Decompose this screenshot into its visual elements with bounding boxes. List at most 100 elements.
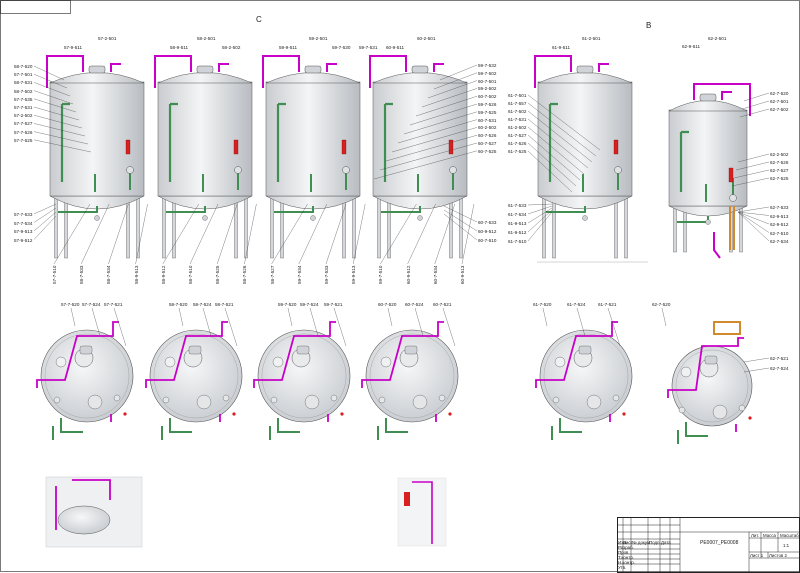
- tb-lit: Лит.: [751, 533, 760, 538]
- tank-leg: [624, 195, 628, 259]
- tag-label: 59-7-524: [300, 302, 319, 307]
- tag-label: 61-7-533: [508, 203, 527, 208]
- side-port: [449, 166, 457, 174]
- tag-label: 62-7-533: [770, 205, 789, 210]
- tank-elevation: [369, 55, 468, 259]
- title-block: Изм Лист № докум. Подп. Дата Разраб. Про…: [617, 517, 800, 573]
- leader-line: [33, 203, 57, 215]
- tag-label: 60-9-512: [478, 229, 497, 234]
- tank-leg: [459, 195, 463, 259]
- cip-port: [55, 356, 67, 368]
- tag-label: 61-9-513: [508, 221, 527, 226]
- tag-label: 57-7-501: [14, 72, 33, 78]
- manway-lid: [704, 355, 718, 365]
- manway: [304, 65, 322, 74]
- tag-label-vertical: 58-7-510: [188, 265, 193, 284]
- leader-line: [527, 211, 553, 242]
- port: [438, 394, 446, 402]
- tag-label: 62-9-511: [682, 44, 701, 49]
- glycol-manifold: [677, 216, 709, 223]
- leader-line: [33, 207, 57, 223]
- side-port: [342, 166, 350, 174]
- leader-line: [527, 207, 553, 224]
- side-port: [234, 166, 242, 174]
- tag-label: 61-7-531: [508, 117, 527, 122]
- tag-label: 57-7-520: [61, 302, 80, 307]
- manway: [88, 65, 106, 74]
- side-port: [614, 166, 622, 174]
- manway-lid: [79, 345, 93, 355]
- tank-plan-view: [361, 321, 459, 440]
- co2-pipe: [433, 63, 444, 72]
- tag-label: 61-7-557: [508, 101, 527, 106]
- tag-label: 62-7-520: [770, 91, 789, 96]
- tank-leg: [172, 195, 176, 259]
- port: [162, 396, 170, 404]
- tag-label: 60-2-501: [417, 36, 436, 41]
- leader-line: [224, 307, 238, 347]
- sensor-dot: [340, 412, 344, 416]
- tb-sheet: Лист 1: [750, 553, 764, 558]
- tag-label: 57-9-513: [14, 229, 33, 234]
- tag-label-vertical: 58-9-513: [133, 265, 139, 284]
- tag-label: 59-7-520: [278, 302, 297, 307]
- tag-label: 62-9-512: [770, 222, 789, 227]
- tag-label: 57-9-511: [64, 45, 83, 50]
- tag-label: 57-7-525: [14, 137, 33, 143]
- bottom-valve: [417, 215, 423, 221]
- tank-dome: [49, 72, 145, 84]
- tag-label: 58-7-531: [14, 80, 33, 86]
- leader-line: [542, 307, 548, 327]
- temperature-sensor: [341, 139, 347, 155]
- tag-label-vertical: 60-9-512: [405, 265, 411, 284]
- sensor-dot: [448, 412, 452, 416]
- tag-label: 60-7-533: [478, 220, 497, 225]
- manway-lid: [404, 345, 418, 355]
- tag-label: 61-7-521: [598, 302, 617, 307]
- section-b-label: B: [646, 21, 652, 30]
- spray-ball: [412, 394, 428, 410]
- tag-label: 61-7-525: [508, 149, 527, 154]
- tank-leg: [270, 195, 274, 259]
- tag-label: 58-7-520: [14, 64, 33, 69]
- tank-plan-view: [145, 321, 243, 440]
- tag-label: 57-2-502: [14, 113, 33, 119]
- tag-label-vertical: 58-7-525: [215, 265, 221, 284]
- port: [378, 396, 386, 404]
- tank-top-dish: [149, 329, 243, 423]
- tag-label: 58-9-511: [170, 45, 189, 50]
- tag-label: 59-7-532: [478, 63, 497, 68]
- spray-ball: [586, 394, 602, 410]
- tank-dome: [265, 72, 361, 84]
- tag-label: 58-7-521: [215, 302, 234, 307]
- tag-label: 62-7-534: [770, 239, 789, 244]
- side-port: [126, 166, 134, 174]
- tag-label: 62-7-527: [770, 168, 789, 173]
- tag-label-vertical: 58-7-527: [269, 265, 275, 284]
- tag-label: 59-9-511: [279, 45, 298, 50]
- tag-label: 61-7-502: [508, 109, 527, 114]
- co2-pipe: [721, 91, 732, 100]
- section-c-label: C: [256, 15, 262, 24]
- leader-line: [387, 307, 393, 327]
- tank-top-dish: [257, 329, 351, 423]
- tank-elevation: [154, 55, 253, 259]
- tank-leg: [136, 195, 140, 259]
- tank-top-dish: [40, 329, 134, 423]
- bottom-valve: [705, 219, 711, 225]
- tank-leg: [377, 195, 381, 259]
- port: [612, 394, 620, 402]
- manway-lid: [578, 345, 592, 355]
- tank-leg: [673, 205, 677, 253]
- tb-sheets: Листов 2: [769, 553, 787, 558]
- tag-label: 57-7-533: [14, 212, 33, 217]
- tag-label-vertical: 59-7-510: [378, 265, 384, 284]
- tag-label: 58-2-501: [197, 36, 216, 41]
- tank-plan-view: [36, 321, 134, 440]
- tb-scale: 1:1: [783, 543, 790, 548]
- tag-label: 62-9-513: [770, 213, 789, 219]
- tank-dome: [372, 72, 468, 84]
- tag-label: 57-7-535: [14, 96, 33, 102]
- detail-view: [45, 476, 143, 548]
- tag-label: 62-7-521: [770, 356, 789, 361]
